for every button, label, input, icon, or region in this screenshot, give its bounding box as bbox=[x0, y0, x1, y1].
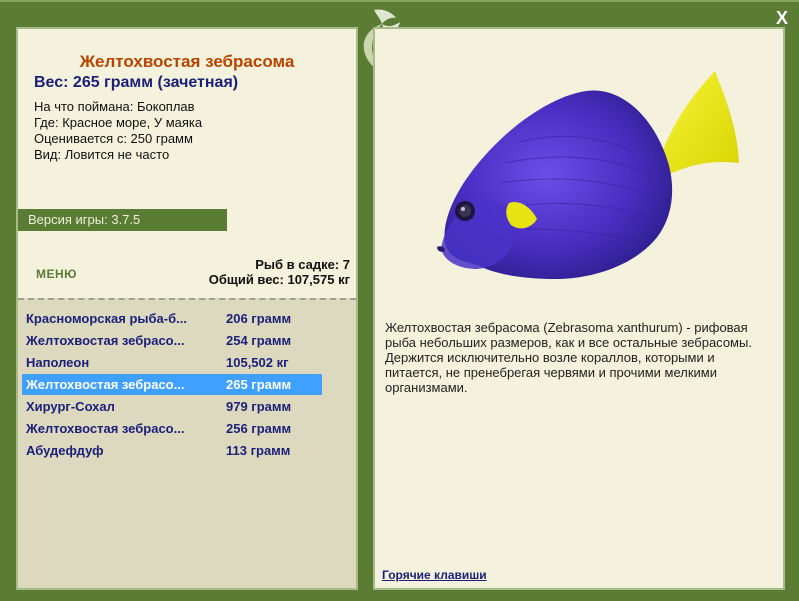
catch-name: Наполеон bbox=[26, 355, 90, 370]
catch-weight: 105,502 кг bbox=[226, 355, 289, 370]
catch-weight: 254 грамм bbox=[226, 333, 292, 348]
catch-name: Желтохвостая зебрасо... bbox=[26, 421, 185, 436]
catch-name: Желтохвостая зебрасо... bbox=[26, 333, 185, 348]
hotkeys-link[interactable]: Горячие клавиши bbox=[382, 568, 487, 582]
catch-row[interactable]: Желтохвостая зебрасо... 256 грамм bbox=[22, 418, 322, 439]
info-rarity: Вид: Ловится не часто bbox=[34, 147, 170, 162]
catch-row[interactable]: Красноморская рыба-б... 206 грамм bbox=[22, 308, 322, 329]
catch-row[interactable]: Наполеон 105,502 кг bbox=[22, 352, 322, 373]
info-threshold: Оценивается с: 250 грамм bbox=[34, 131, 193, 146]
catch-name: Абудефдуф bbox=[26, 443, 104, 458]
catch-row[interactable]: Хирург-Сохал 979 грамм bbox=[22, 396, 322, 417]
fish-weight: Вес: 265 грамм (зачетная) bbox=[34, 74, 239, 91]
catch-weight: 979 грамм bbox=[226, 399, 292, 414]
catch-name: Хирург-Сохал bbox=[26, 399, 115, 414]
catch-weight: 256 грамм bbox=[226, 421, 292, 436]
catch-info-panel: Желтохвостая зебрасома Вес: 265 грамм (з… bbox=[16, 27, 358, 590]
catch-row-selected[interactable]: Желтохвостая зебрасо... 265 грамм bbox=[22, 374, 322, 395]
catch-list: Красноморская рыба-б... 206 грамм Желтох… bbox=[18, 298, 356, 588]
fish-detail-panel: Желтохвостая зебрасома (Zebrasoma xanthu… bbox=[373, 27, 785, 590]
cage-total-weight: Общий вес: 107,575 кг bbox=[208, 272, 350, 287]
menu-button[interactable]: МЕНЮ bbox=[36, 267, 77, 281]
close-icon[interactable]: X bbox=[772, 8, 792, 28]
catch-weight: 265 грамм bbox=[226, 377, 292, 392]
game-window: X Желтохвостая зебрасома Вес: 265 грамм … bbox=[0, 0, 799, 601]
fish-description: Желтохвостая зебрасома (Zebrasoma xanthu… bbox=[385, 320, 752, 395]
version-label: Версия игры: 3.7.5 bbox=[18, 209, 227, 231]
info-bait: На что поймана: Бокоплав bbox=[34, 99, 195, 114]
catch-name: Желтохвостая зебрасо... bbox=[26, 377, 185, 392]
fish-image bbox=[437, 71, 739, 279]
info-location: Где: Красное море, У маяка bbox=[34, 115, 203, 130]
catch-weight: 113 грамм bbox=[226, 443, 291, 458]
catch-row[interactable]: Абудефдуф 113 грамм bbox=[22, 440, 322, 461]
catch-weight: 206 грамм bbox=[226, 311, 292, 326]
fish-title: Желтохвостая зебрасома bbox=[79, 52, 295, 71]
catch-name: Красноморская рыба-б... bbox=[26, 311, 187, 326]
cage-count: Рыб в садке: 7 bbox=[255, 257, 350, 272]
catch-row[interactable]: Желтохвостая зебрасо... 254 грамм bbox=[22, 330, 322, 351]
